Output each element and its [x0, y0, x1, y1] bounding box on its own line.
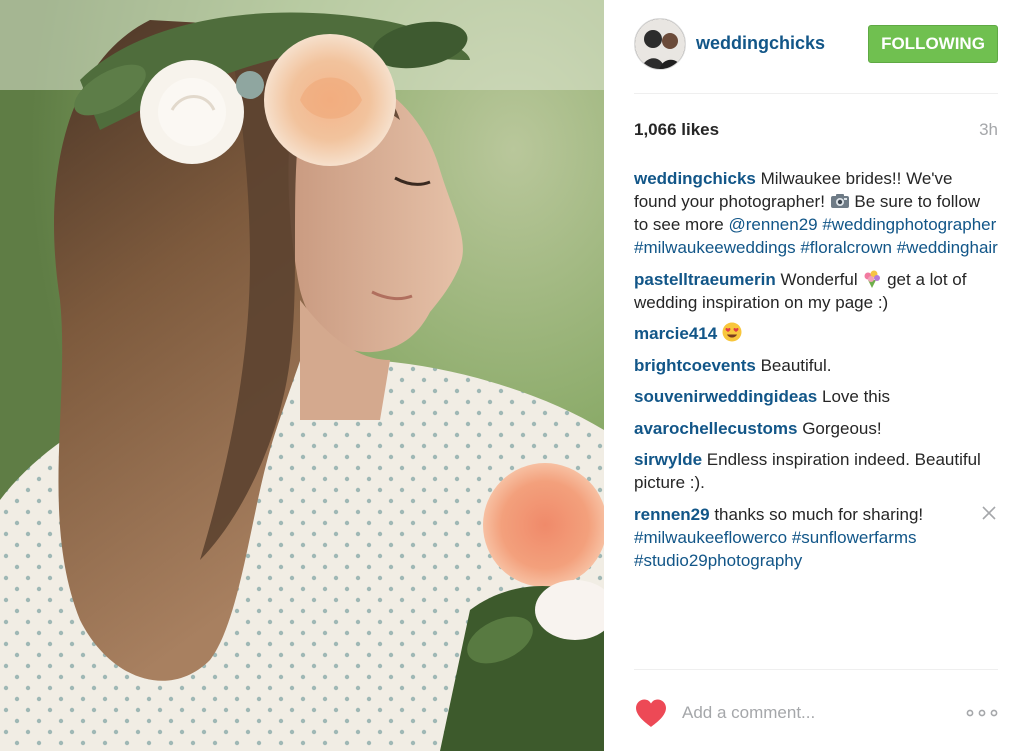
comment-author[interactable]: pastelltraeumerin — [634, 270, 776, 289]
hashtag-link[interactable]: #floralcrown — [800, 238, 892, 257]
comment: sirwylde Endless inspiration indeed. Bea… — [634, 448, 998, 494]
comment-text: Love this — [817, 387, 891, 406]
comment-author[interactable]: souvenirweddingideas — [634, 387, 817, 406]
comment: avarochellecustoms Gorgeous! — [634, 417, 998, 440]
comment-text: Beautiful. — [755, 355, 832, 375]
hashtag-link[interactable]: #milwaukeeflowerco — [634, 528, 787, 547]
more-options-icon[interactable] — [966, 706, 998, 720]
following-button[interactable]: FOLLOWING — [868, 25, 998, 63]
hashtag-link[interactable]: #weddinghair — [897, 238, 998, 257]
comment-author[interactable]: marcie414 — [634, 324, 717, 343]
comment: souvenirweddingideas Love this — [634, 385, 998, 408]
post-time[interactable]: 3h — [979, 120, 998, 140]
hashtag-link[interactable]: #weddingphotographer — [822, 215, 996, 234]
post-header: weddingchicks FOLLOWING — [634, 18, 998, 72]
mention-link[interactable]: @rennen29 — [729, 215, 818, 234]
comment-author[interactable]: brightcoevents — [634, 356, 756, 375]
hashtag-link[interactable]: #milwaukeeweddings — [634, 238, 796, 257]
divider — [634, 93, 998, 94]
hashtag-link[interactable]: #sunflowerfarms — [792, 528, 917, 547]
camera-emoji — [830, 192, 850, 210]
post-side-panel: weddingchicks FOLLOWING 1,066 likes 3h w… — [604, 0, 1024, 751]
add-comment-input[interactable] — [682, 700, 952, 726]
comment-author[interactable]: rennen29 — [634, 505, 710, 524]
comment: rennen29 thanks so much for sharing! #mi… — [634, 503, 998, 572]
comment-author[interactable]: avarochellecustoms — [634, 419, 797, 438]
author-username[interactable]: weddingchicks — [696, 33, 825, 54]
hashtag-link[interactable]: #studio29photography — [634, 551, 802, 570]
bouquet-emoji — [862, 270, 882, 288]
comment-text: Wonderful — [775, 269, 863, 289]
close-icon[interactable] — [980, 504, 998, 522]
comment-author[interactable]: weddingchicks — [634, 169, 756, 188]
likes-count[interactable]: 1,066 likes — [634, 120, 719, 140]
avatar-image — [635, 19, 685, 69]
comment-text: Gorgeous! — [797, 418, 882, 438]
post-photo[interactable] — [0, 0, 604, 751]
heart-eyes-emoji — [722, 322, 742, 342]
comment-author[interactable]: sirwylde — [634, 450, 702, 469]
comment: weddingchicks Milwaukee brides!! We've f… — [634, 167, 998, 259]
post-stats: 1,066 likes 3h — [634, 120, 998, 142]
comment: marcie414 — [634, 322, 998, 345]
heart-icon[interactable] — [634, 698, 668, 728]
comments-list: weddingchicks Milwaukee brides!! We've f… — [634, 167, 998, 580]
post-footer — [634, 694, 998, 734]
comment-text: thanks so much for sharing! — [709, 504, 924, 524]
post-photo-illustration — [0, 0, 604, 751]
avatar[interactable] — [634, 18, 686, 70]
divider — [634, 669, 998, 670]
comment: brightcoevents Beautiful. — [634, 354, 998, 377]
comment: pastelltraeumerin Wonderful get a lot of… — [634, 268, 998, 314]
